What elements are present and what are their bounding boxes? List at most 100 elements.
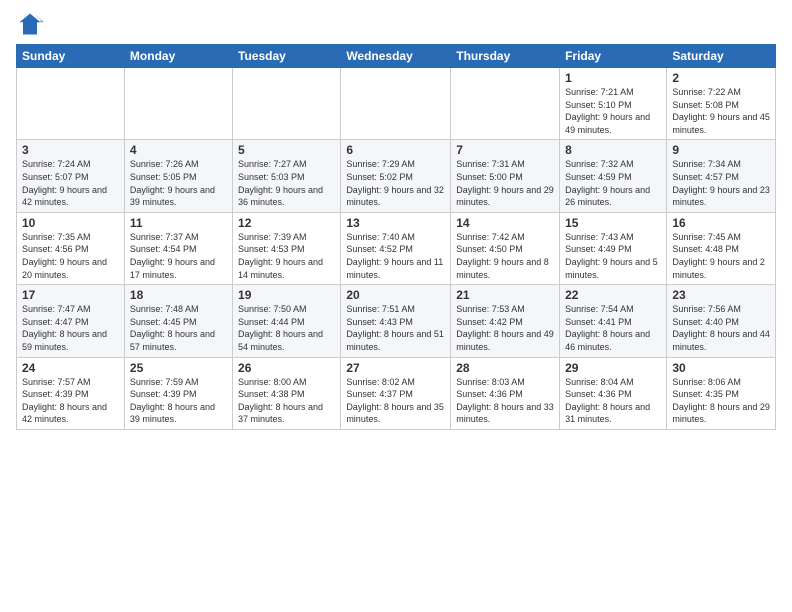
calendar-cell: 3Sunrise: 7:24 AM Sunset: 5:07 PM Daylig… bbox=[17, 140, 125, 212]
calendar-cell: 23Sunrise: 7:56 AM Sunset: 4:40 PM Dayli… bbox=[667, 285, 776, 357]
day-info: Sunrise: 7:59 AM Sunset: 4:39 PM Dayligh… bbox=[130, 376, 227, 426]
calendar-cell: 28Sunrise: 8:03 AM Sunset: 4:36 PM Dayli… bbox=[451, 357, 560, 429]
calendar-cell: 11Sunrise: 7:37 AM Sunset: 4:54 PM Dayli… bbox=[124, 212, 232, 284]
calendar-header-monday: Monday bbox=[124, 45, 232, 68]
calendar-header-friday: Friday bbox=[560, 45, 667, 68]
day-info: Sunrise: 8:06 AM Sunset: 4:35 PM Dayligh… bbox=[672, 376, 770, 426]
calendar-cell: 1Sunrise: 7:21 AM Sunset: 5:10 PM Daylig… bbox=[560, 68, 667, 140]
calendar-week-row: 1Sunrise: 7:21 AM Sunset: 5:10 PM Daylig… bbox=[17, 68, 776, 140]
day-info: Sunrise: 7:22 AM Sunset: 5:08 PM Dayligh… bbox=[672, 86, 770, 136]
day-number: 19 bbox=[238, 288, 335, 302]
day-number: 4 bbox=[130, 143, 227, 157]
day-number: 20 bbox=[346, 288, 445, 302]
calendar-cell: 18Sunrise: 7:48 AM Sunset: 4:45 PM Dayli… bbox=[124, 285, 232, 357]
calendar-cell: 15Sunrise: 7:43 AM Sunset: 4:49 PM Dayli… bbox=[560, 212, 667, 284]
day-number: 1 bbox=[565, 71, 661, 85]
day-info: Sunrise: 7:29 AM Sunset: 5:02 PM Dayligh… bbox=[346, 158, 445, 208]
day-number: 26 bbox=[238, 361, 335, 375]
page: SundayMondayTuesdayWednesdayThursdayFrid… bbox=[0, 0, 792, 612]
calendar-cell: 27Sunrise: 8:02 AM Sunset: 4:37 PM Dayli… bbox=[341, 357, 451, 429]
day-info: Sunrise: 7:40 AM Sunset: 4:52 PM Dayligh… bbox=[346, 231, 445, 281]
day-info: Sunrise: 7:42 AM Sunset: 4:50 PM Dayligh… bbox=[456, 231, 554, 281]
day-number: 16 bbox=[672, 216, 770, 230]
day-number: 7 bbox=[456, 143, 554, 157]
day-info: Sunrise: 8:03 AM Sunset: 4:36 PM Dayligh… bbox=[456, 376, 554, 426]
day-info: Sunrise: 7:37 AM Sunset: 4:54 PM Dayligh… bbox=[130, 231, 227, 281]
day-info: Sunrise: 7:45 AM Sunset: 4:48 PM Dayligh… bbox=[672, 231, 770, 281]
logo-icon bbox=[16, 10, 44, 38]
calendar-cell: 20Sunrise: 7:51 AM Sunset: 4:43 PM Dayli… bbox=[341, 285, 451, 357]
calendar-week-row: 3Sunrise: 7:24 AM Sunset: 5:07 PM Daylig… bbox=[17, 140, 776, 212]
day-number: 6 bbox=[346, 143, 445, 157]
calendar-cell: 16Sunrise: 7:45 AM Sunset: 4:48 PM Dayli… bbox=[667, 212, 776, 284]
day-info: Sunrise: 7:57 AM Sunset: 4:39 PM Dayligh… bbox=[22, 376, 119, 426]
day-info: Sunrise: 7:54 AM Sunset: 4:41 PM Dayligh… bbox=[565, 303, 661, 353]
day-number: 18 bbox=[130, 288, 227, 302]
calendar-week-row: 24Sunrise: 7:57 AM Sunset: 4:39 PM Dayli… bbox=[17, 357, 776, 429]
day-number: 10 bbox=[22, 216, 119, 230]
day-info: Sunrise: 7:39 AM Sunset: 4:53 PM Dayligh… bbox=[238, 231, 335, 281]
day-info: Sunrise: 7:24 AM Sunset: 5:07 PM Dayligh… bbox=[22, 158, 119, 208]
day-number: 8 bbox=[565, 143, 661, 157]
calendar-cell: 12Sunrise: 7:39 AM Sunset: 4:53 PM Dayli… bbox=[233, 212, 341, 284]
day-number: 17 bbox=[22, 288, 119, 302]
calendar-cell bbox=[341, 68, 451, 140]
calendar-header-row: SundayMondayTuesdayWednesdayThursdayFrid… bbox=[17, 45, 776, 68]
calendar-cell: 10Sunrise: 7:35 AM Sunset: 4:56 PM Dayli… bbox=[17, 212, 125, 284]
day-number: 9 bbox=[672, 143, 770, 157]
calendar-cell: 29Sunrise: 8:04 AM Sunset: 4:36 PM Dayli… bbox=[560, 357, 667, 429]
calendar-cell: 24Sunrise: 7:57 AM Sunset: 4:39 PM Dayli… bbox=[17, 357, 125, 429]
day-number: 11 bbox=[130, 216, 227, 230]
calendar-cell: 8Sunrise: 7:32 AM Sunset: 4:59 PM Daylig… bbox=[560, 140, 667, 212]
calendar-cell: 14Sunrise: 7:42 AM Sunset: 4:50 PM Dayli… bbox=[451, 212, 560, 284]
calendar-cell: 4Sunrise: 7:26 AM Sunset: 5:05 PM Daylig… bbox=[124, 140, 232, 212]
day-number: 15 bbox=[565, 216, 661, 230]
day-number: 5 bbox=[238, 143, 335, 157]
day-number: 14 bbox=[456, 216, 554, 230]
day-number: 2 bbox=[672, 71, 770, 85]
day-info: Sunrise: 7:47 AM Sunset: 4:47 PM Dayligh… bbox=[22, 303, 119, 353]
calendar-cell: 22Sunrise: 7:54 AM Sunset: 4:41 PM Dayli… bbox=[560, 285, 667, 357]
day-number: 29 bbox=[565, 361, 661, 375]
calendar-cell: 5Sunrise: 7:27 AM Sunset: 5:03 PM Daylig… bbox=[233, 140, 341, 212]
day-info: Sunrise: 7:43 AM Sunset: 4:49 PM Dayligh… bbox=[565, 231, 661, 281]
calendar-cell bbox=[451, 68, 560, 140]
day-info: Sunrise: 8:02 AM Sunset: 4:37 PM Dayligh… bbox=[346, 376, 445, 426]
day-number: 13 bbox=[346, 216, 445, 230]
calendar: SundayMondayTuesdayWednesdayThursdayFrid… bbox=[16, 44, 776, 430]
calendar-cell: 26Sunrise: 8:00 AM Sunset: 4:38 PM Dayli… bbox=[233, 357, 341, 429]
calendar-week-row: 10Sunrise: 7:35 AM Sunset: 4:56 PM Dayli… bbox=[17, 212, 776, 284]
day-info: Sunrise: 7:21 AM Sunset: 5:10 PM Dayligh… bbox=[565, 86, 661, 136]
day-number: 22 bbox=[565, 288, 661, 302]
calendar-cell: 17Sunrise: 7:47 AM Sunset: 4:47 PM Dayli… bbox=[17, 285, 125, 357]
calendar-cell: 9Sunrise: 7:34 AM Sunset: 4:57 PM Daylig… bbox=[667, 140, 776, 212]
calendar-header-tuesday: Tuesday bbox=[233, 45, 341, 68]
day-number: 25 bbox=[130, 361, 227, 375]
calendar-header-saturday: Saturday bbox=[667, 45, 776, 68]
day-number: 21 bbox=[456, 288, 554, 302]
calendar-week-row: 17Sunrise: 7:47 AM Sunset: 4:47 PM Dayli… bbox=[17, 285, 776, 357]
day-info: Sunrise: 8:00 AM Sunset: 4:38 PM Dayligh… bbox=[238, 376, 335, 426]
day-info: Sunrise: 7:31 AM Sunset: 5:00 PM Dayligh… bbox=[456, 158, 554, 208]
day-info: Sunrise: 7:56 AM Sunset: 4:40 PM Dayligh… bbox=[672, 303, 770, 353]
day-info: Sunrise: 7:50 AM Sunset: 4:44 PM Dayligh… bbox=[238, 303, 335, 353]
calendar-cell: 19Sunrise: 7:50 AM Sunset: 4:44 PM Dayli… bbox=[233, 285, 341, 357]
calendar-cell: 13Sunrise: 7:40 AM Sunset: 4:52 PM Dayli… bbox=[341, 212, 451, 284]
calendar-cell bbox=[17, 68, 125, 140]
calendar-cell: 30Sunrise: 8:06 AM Sunset: 4:35 PM Dayli… bbox=[667, 357, 776, 429]
day-number: 12 bbox=[238, 216, 335, 230]
calendar-cell: 25Sunrise: 7:59 AM Sunset: 4:39 PM Dayli… bbox=[124, 357, 232, 429]
calendar-cell bbox=[124, 68, 232, 140]
calendar-header-thursday: Thursday bbox=[451, 45, 560, 68]
day-info: Sunrise: 7:32 AM Sunset: 4:59 PM Dayligh… bbox=[565, 158, 661, 208]
calendar-cell: 21Sunrise: 7:53 AM Sunset: 4:42 PM Dayli… bbox=[451, 285, 560, 357]
day-info: Sunrise: 7:26 AM Sunset: 5:05 PM Dayligh… bbox=[130, 158, 227, 208]
day-info: Sunrise: 7:51 AM Sunset: 4:43 PM Dayligh… bbox=[346, 303, 445, 353]
day-info: Sunrise: 7:34 AM Sunset: 4:57 PM Dayligh… bbox=[672, 158, 770, 208]
day-number: 28 bbox=[456, 361, 554, 375]
calendar-cell: 7Sunrise: 7:31 AM Sunset: 5:00 PM Daylig… bbox=[451, 140, 560, 212]
calendar-header-sunday: Sunday bbox=[17, 45, 125, 68]
day-number: 30 bbox=[672, 361, 770, 375]
header bbox=[16, 10, 776, 38]
day-number: 24 bbox=[22, 361, 119, 375]
